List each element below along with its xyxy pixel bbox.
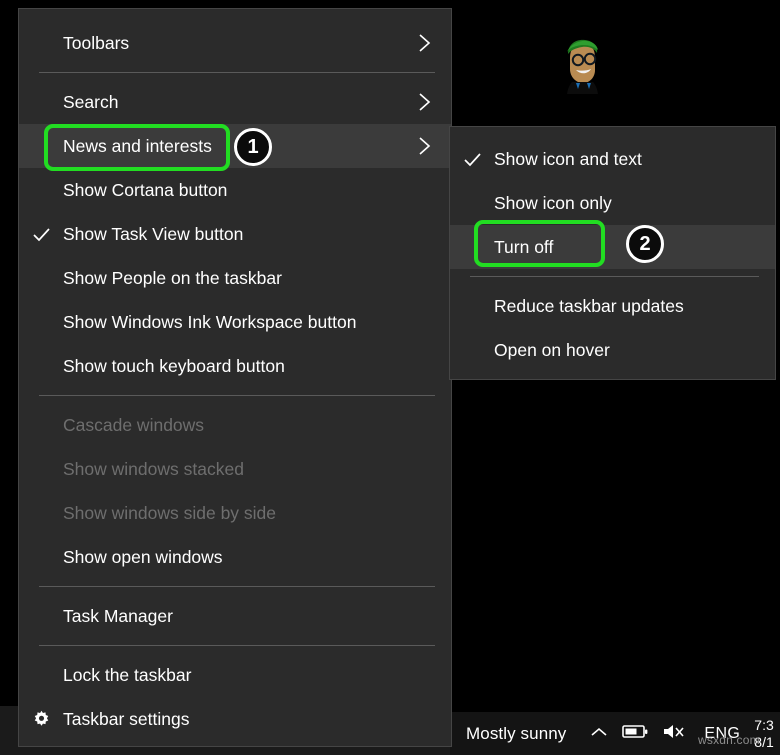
cartoon-person-avatar bbox=[556, 36, 604, 98]
menu-item-label: Show People on the taskbar bbox=[63, 268, 415, 289]
menu-item-lock-the-taskbar[interactable]: Lock the taskbar bbox=[19, 653, 451, 697]
menu-item-label: Turn off bbox=[494, 237, 739, 258]
menu-item-show-icon-and-text[interactable]: Show icon and text bbox=[450, 137, 775, 181]
tray-icon-group bbox=[590, 723, 686, 745]
menu-item-cascade-windows: Cascade windows bbox=[19, 403, 451, 447]
menu-item-label: Reduce taskbar updates bbox=[494, 296, 739, 317]
menu-item-label: Show icon and text bbox=[494, 149, 739, 170]
menu-divider bbox=[39, 72, 435, 73]
checkmark-icon bbox=[32, 227, 51, 242]
menu-item-search[interactable]: Search bbox=[19, 80, 451, 124]
menu-item-label: Search bbox=[63, 92, 415, 113]
menu-item-label: Taskbar settings bbox=[63, 709, 415, 730]
menu-item-label: Show windows side by side bbox=[63, 503, 415, 524]
menu-divider bbox=[39, 645, 435, 646]
language-indicator[interactable]: ENG bbox=[704, 725, 740, 743]
menu-item-label: Show touch keyboard button bbox=[63, 356, 415, 377]
chevron-right-icon bbox=[415, 33, 433, 53]
menu-divider bbox=[39, 395, 435, 396]
chevron-right-icon bbox=[418, 136, 431, 156]
checkmark-icon bbox=[450, 152, 494, 167]
chevron-right-icon bbox=[415, 92, 433, 112]
menu-item-show-icon-only[interactable]: Show icon only bbox=[450, 181, 775, 225]
menu-item-show-task-view-button[interactable]: Show Task View button bbox=[19, 212, 451, 256]
menu-item-show-windows-stacked: Show windows stacked bbox=[19, 447, 451, 491]
menu-item-label: Toolbars bbox=[63, 33, 415, 54]
menu-item-taskbar-settings[interactable]: Taskbar settings bbox=[19, 697, 451, 741]
desktop-background: Mostly sunny ENG bbox=[0, 0, 780, 755]
menu-item-show-cortana-button[interactable]: Show Cortana button bbox=[19, 168, 451, 212]
weather-widget[interactable]: Mostly sunny bbox=[466, 724, 566, 744]
chevron-right-icon bbox=[415, 136, 433, 156]
checkmark-icon bbox=[19, 227, 63, 242]
menu-item-show-windows-ink-workspace-button[interactable]: Show Windows Ink Workspace button bbox=[19, 300, 451, 344]
menu-item-show-touch-keyboard-button[interactable]: Show touch keyboard button bbox=[19, 344, 451, 388]
gear-icon bbox=[32, 710, 51, 729]
menu-item-label: Lock the taskbar bbox=[63, 665, 415, 686]
menu-item-show-people-on-the-taskbar[interactable]: Show People on the taskbar bbox=[19, 256, 451, 300]
menu-item-label: Show Cortana button bbox=[63, 180, 415, 201]
menu-item-reduce-taskbar-updates[interactable]: Reduce taskbar updates bbox=[450, 284, 775, 328]
menu-item-label: Open on hover bbox=[494, 340, 739, 361]
menu-item-turn-off[interactable]: Turn off bbox=[450, 225, 775, 269]
battery-icon[interactable] bbox=[622, 724, 648, 744]
chevron-right-icon bbox=[418, 33, 431, 53]
speaker-muted-icon[interactable] bbox=[662, 723, 686, 745]
clock-time: 7:3 bbox=[754, 717, 773, 733]
menu-item-show-windows-side-by-side: Show windows side by side bbox=[19, 491, 451, 535]
menu-item-toolbars[interactable]: Toolbars bbox=[19, 21, 451, 65]
step-badge-1: 1 bbox=[234, 128, 272, 166]
chevron-up-icon[interactable] bbox=[590, 725, 608, 743]
clock-date: 8/1 bbox=[754, 734, 773, 750]
menu-item-label: Show windows stacked bbox=[63, 459, 415, 480]
menu-divider bbox=[39, 586, 435, 587]
taskbar-context-menu: ToolbarsSearchNews and interestsShow Cor… bbox=[18, 8, 452, 747]
gear-icon bbox=[19, 710, 63, 729]
menu-item-label: Cascade windows bbox=[63, 415, 415, 436]
menu-item-open-on-hover[interactable]: Open on hover bbox=[450, 328, 775, 372]
news-and-interests-submenu: Show icon and text Show icon only Turn off… bbox=[449, 126, 776, 380]
menu-item-task-manager[interactable]: Task Manager bbox=[19, 594, 451, 638]
menu-item-show-open-windows[interactable]: Show open windows bbox=[19, 535, 451, 579]
checkmark-icon bbox=[463, 152, 482, 167]
clock[interactable]: 7:3 8/1 bbox=[754, 717, 773, 749]
menu-item-label: Show icon only bbox=[494, 193, 739, 214]
menu-item-label: Show open windows bbox=[63, 547, 415, 568]
menu-item-list: ToolbarsSearchNews and interestsShow Cor… bbox=[19, 21, 451, 741]
menu-item-label: Show Task View button bbox=[63, 224, 415, 245]
menu-item-label: Task Manager bbox=[63, 606, 415, 627]
submenu-item-list: Show icon and text Show icon only Turn off… bbox=[450, 137, 775, 372]
menu-item-label: Show Windows Ink Workspace button bbox=[63, 312, 415, 333]
taskbar-tray: Mostly sunny ENG bbox=[450, 712, 780, 755]
menu-divider bbox=[470, 276, 759, 277]
step-badge-2: 2 bbox=[626, 225, 664, 263]
chevron-right-icon bbox=[418, 92, 431, 112]
